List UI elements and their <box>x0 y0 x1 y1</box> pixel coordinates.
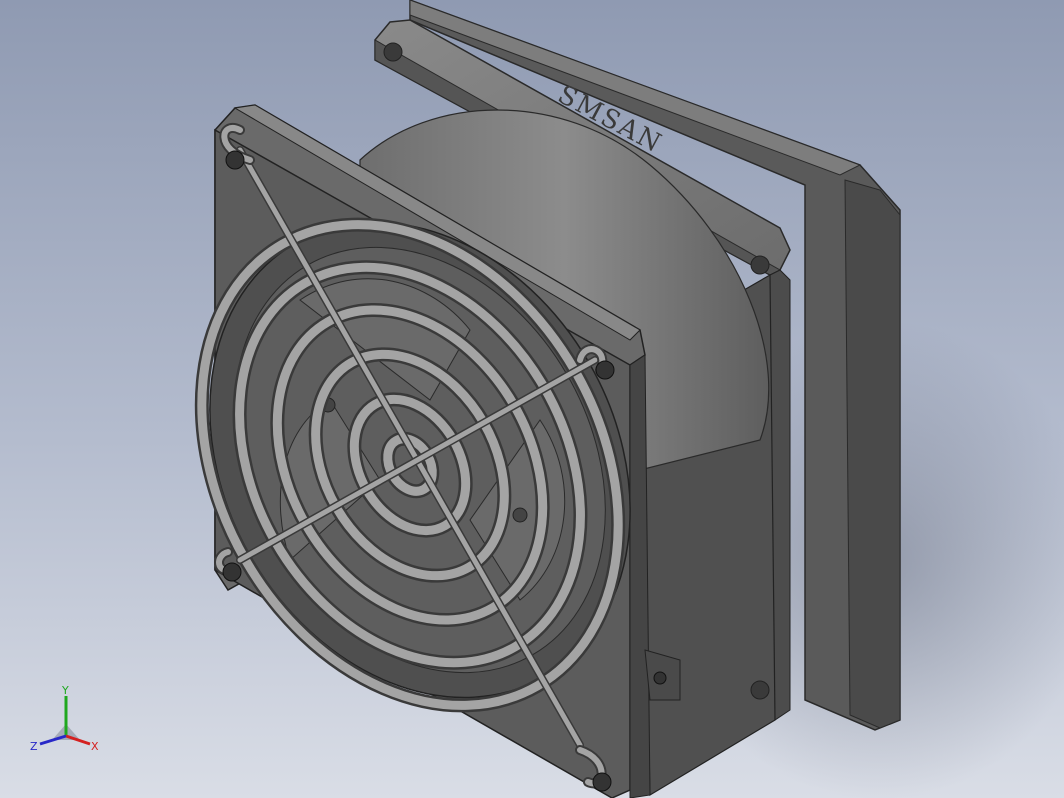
hub-screw-right <box>512 507 528 523</box>
front-mount-hole-top-right <box>595 360 615 380</box>
triad-x-label: X <box>91 740 99 753</box>
triad-z-label: Z <box>30 740 38 753</box>
front-mount-hole-top-left <box>225 150 245 170</box>
rear-mount-hole-bottom <box>750 680 770 700</box>
bottom-bracket-hole <box>653 671 667 685</box>
fan-model[interactable]: SMSAN <box>0 0 1064 798</box>
rear-mount-hole-top-left <box>383 42 403 62</box>
front-mount-hole-bottom-left <box>222 562 242 582</box>
front-mount-hole-bottom-right <box>592 772 612 792</box>
triad-y-label: Y <box>61 684 69 697</box>
rear-mount-hole-right <box>750 255 770 275</box>
cad-viewport[interactable]: SMSAN Y X Z <box>0 0 1064 798</box>
orientation-triad: Y X Z <box>30 684 99 753</box>
